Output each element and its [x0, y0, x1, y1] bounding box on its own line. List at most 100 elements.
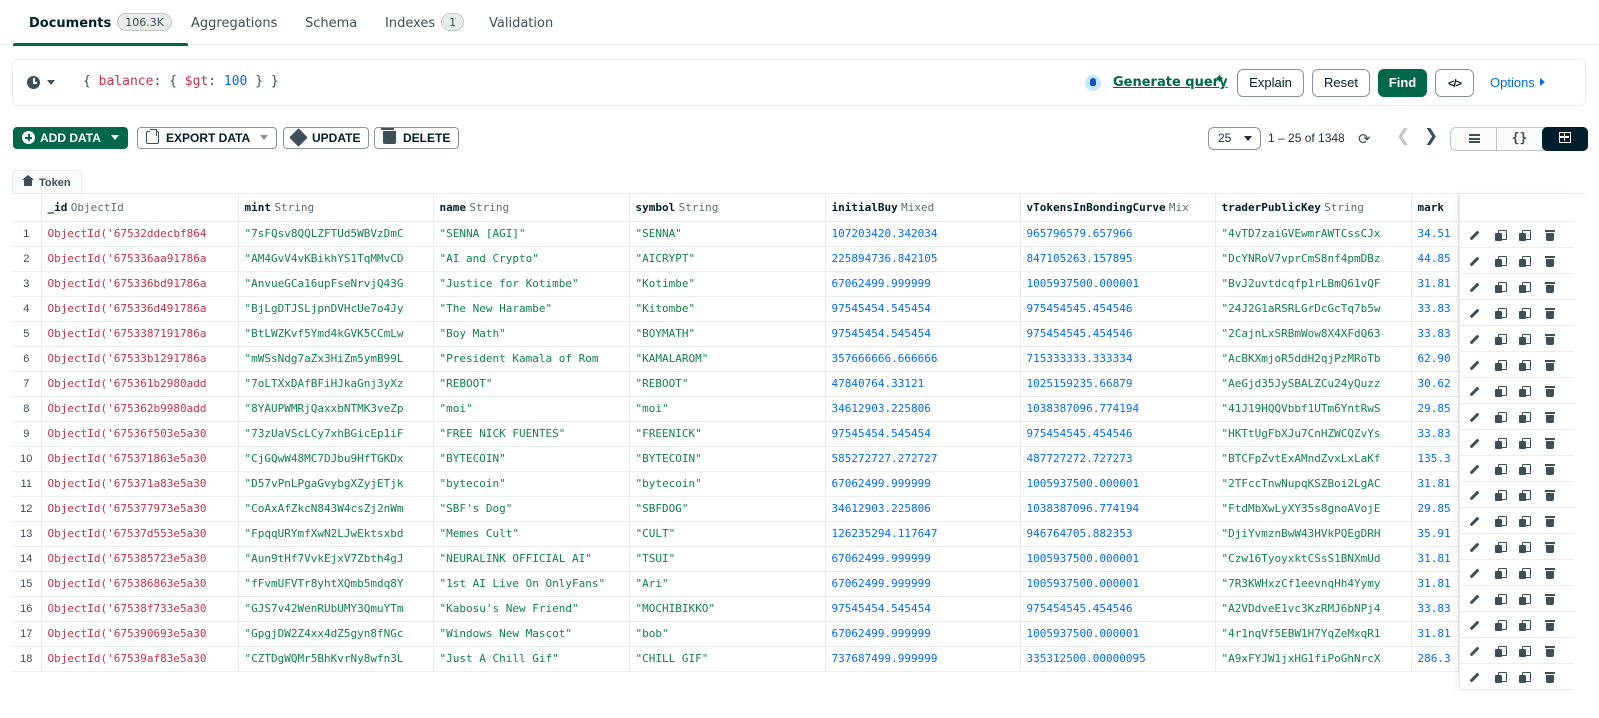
query-code-button[interactable]: </>: [1435, 69, 1474, 97]
table-cell[interactable]: "AICRYPT": [629, 246, 826, 272]
table-cell[interactable]: 1005937500.000001: [1020, 571, 1216, 597]
table-cell[interactable]: 33.83: [1411, 296, 1459, 322]
delete-icon[interactable]: [1544, 490, 1555, 501]
table-cell[interactable]: 97545454.545454: [825, 596, 1021, 622]
delete-icon[interactable]: [1544, 516, 1555, 527]
update-button[interactable]: UPDATE: [283, 127, 370, 149]
table-cell[interactable]: 47840764.33121: [825, 371, 1021, 397]
table-cell[interactable]: ObjectId('675377973e5a30: [41, 496, 239, 522]
clone-icon[interactable]: [1519, 308, 1531, 319]
table-cell[interactable]: 975454545.454546: [1020, 596, 1216, 622]
list-view-button[interactable]: [1451, 127, 1497, 151]
clone-icon[interactable]: [1519, 412, 1531, 423]
table-cell[interactable]: "Czw16TyoyxktCSsS1BNXmUd: [1215, 546, 1412, 572]
table-cell[interactable]: "Just A Chill Gif": [433, 646, 630, 672]
table-cell[interactable]: "KAMALAROM": [629, 346, 826, 372]
table-cell[interactable]: 67062499.999999: [825, 471, 1021, 497]
table-cell[interactable]: "Kitombe": [629, 296, 826, 322]
table-row[interactable]: 10 ObjectId('675371863e5a30 "CjGQwW48MC7DJ…: [12, 446, 1459, 472]
edit-icon[interactable]: [1469, 594, 1480, 605]
table-cell[interactable]: "41J19HQQVbbf1UTm6YntRwS: [1215, 396, 1412, 422]
table-cell[interactable]: 30.62: [1411, 371, 1459, 397]
copy-icon[interactable]: [1495, 568, 1507, 579]
copy-icon[interactable]: [1495, 282, 1507, 293]
edit-icon[interactable]: [1469, 672, 1480, 683]
copy-icon[interactable]: [1495, 386, 1507, 397]
table-cell[interactable]: "CZTDgWQMr5BhKvrNy8wfn3L: [238, 646, 434, 672]
table-cell[interactable]: 107203420.342034: [825, 221, 1021, 247]
table-cell[interactable]: "fFvmUFVTr8yhtXQmb5mdq8Y: [238, 571, 434, 597]
copy-icon[interactable]: [1495, 620, 1507, 631]
table-cell[interactable]: "CoAxAfZkcN843W4csZj2nWm: [238, 496, 434, 522]
table-cell[interactable]: 126235294.117647: [825, 521, 1021, 547]
edit-icon[interactable]: [1469, 282, 1480, 293]
table-cell[interactable]: 33.83: [1411, 321, 1459, 347]
clone-icon[interactable]: [1519, 256, 1531, 267]
table-row[interactable]: 2 ObjectId('675336aa91786a "AM4GvV4vKBikhY…: [12, 246, 1459, 272]
table-cell[interactable]: ObjectId('675371a83e5a30: [41, 471, 239, 497]
clone-icon[interactable]: [1519, 438, 1531, 449]
copy-icon[interactable]: [1495, 464, 1507, 475]
table-cell[interactable]: "HKTtUgFbXJu7CnHZWCQZvYs: [1215, 421, 1412, 447]
table-cell[interactable]: ObjectId('67533b1291786a: [41, 346, 239, 372]
query-history-button[interactable]: [27, 75, 57, 93]
edit-icon[interactable]: [1469, 334, 1480, 345]
clone-icon[interactable]: [1519, 490, 1531, 501]
table-cell[interactable]: 487727272.727273: [1020, 446, 1216, 472]
table-row[interactable]: 12 ObjectId('675377973e5a30 "CoAxAfZkcN843…: [12, 496, 1459, 522]
delete-icon[interactable]: [1544, 360, 1555, 371]
tab-aggregations[interactable]: Aggregations: [191, 0, 277, 45]
table-cell[interactable]: "FREE NICK FUENTES": [433, 421, 630, 447]
copy-icon[interactable]: [1495, 308, 1507, 319]
table-cell[interactable]: "CjGQwW48MC7DJbu9HfTGKDx: [238, 446, 434, 472]
table-cell[interactable]: "73zUaVScLCy7xhBGicEp1iF: [238, 421, 434, 447]
table-cell[interactable]: "TSUI": [629, 546, 826, 572]
table-cell[interactable]: "CULT": [629, 521, 826, 547]
table-cell[interactable]: 715333333.333334: [1020, 346, 1216, 372]
column-header-initialBuy[interactable]: initialBuy Mixed: [825, 194, 1021, 222]
delete-icon[interactable]: [1544, 620, 1555, 631]
table-cell[interactable]: "Memes Cult": [433, 521, 630, 547]
table-row[interactable]: 6 ObjectId('67533b1291786a "mWSsNdg7aZx3Hi…: [12, 346, 1459, 372]
table-cell[interactable]: 67062499.999999: [825, 571, 1021, 597]
tab-validation[interactable]: Validation: [489, 0, 553, 45]
clone-icon[interactable]: [1519, 360, 1531, 371]
edit-icon[interactable]: [1469, 646, 1480, 657]
edit-icon[interactable]: [1469, 490, 1480, 501]
table-cell[interactable]: 585272727.272727: [825, 446, 1021, 472]
table-cell[interactable]: "GJS7v42WenRUbUMY3QmuYTm: [238, 596, 434, 622]
copy-icon[interactable]: [1495, 360, 1507, 371]
add-data-button[interactable]: ADD DATA: [13, 127, 128, 149]
table-cell[interactable]: ObjectId('67537d553e5a30: [41, 521, 239, 547]
table-cell[interactable]: "SBFDOG": [629, 496, 826, 522]
clone-icon[interactable]: [1519, 464, 1531, 475]
table-cell[interactable]: "Justice for Kotimbe": [433, 271, 630, 297]
edit-icon[interactable]: [1469, 438, 1480, 449]
table-cell[interactable]: "Kotimbe": [629, 271, 826, 297]
table-cell[interactable]: "mWSsNdg7aZx3HiZm5ymB99L: [238, 346, 434, 372]
table-cell[interactable]: 34612903.225806: [825, 396, 1021, 422]
column-header-name[interactable]: name String: [433, 194, 630, 222]
column-header-_id[interactable]: _id ObjectId: [41, 194, 239, 222]
edit-icon[interactable]: [1469, 542, 1480, 553]
table-cell[interactable]: "BTCFpZvtExAMndZvxLxLaKf: [1215, 446, 1412, 472]
table-cell[interactable]: 1005937500.000001: [1020, 471, 1216, 497]
delete-icon[interactable]: [1544, 594, 1555, 605]
table-cell[interactable]: "7R3KWHxzCf1eevnqHh4Yymy: [1215, 571, 1412, 597]
clone-icon[interactable]: [1519, 282, 1531, 293]
table-cell[interactable]: "2TFccTnwNupqKSZBoi2LgAC: [1215, 471, 1412, 497]
clone-icon[interactable]: [1519, 594, 1531, 605]
breadcrumb[interactable]: Token: [12, 170, 82, 193]
table-cell[interactable]: ObjectId('675386863e5a30: [41, 571, 239, 597]
table-cell[interactable]: ObjectId('675390693e5a30: [41, 621, 239, 647]
copy-icon[interactable]: [1495, 256, 1507, 267]
delete-icon[interactable]: [1544, 256, 1555, 267]
copy-icon[interactable]: [1495, 230, 1507, 241]
table-cell[interactable]: "bytecoin": [433, 471, 630, 497]
table-cell[interactable]: 29.85: [1411, 396, 1459, 422]
table-cell[interactable]: "BjLgDTJSLjpnDVHcUe7o4Jy: [238, 296, 434, 322]
table-cell[interactable]: "SENNA [AGI]": [433, 221, 630, 247]
refresh-icon[interactable]: ⟳: [1358, 130, 1371, 148]
table-row[interactable]: 3 ObjectId('675336bd91786a "AnvueGCa16upFs…: [12, 271, 1459, 297]
table-cell[interactable]: 31.81: [1411, 471, 1459, 497]
